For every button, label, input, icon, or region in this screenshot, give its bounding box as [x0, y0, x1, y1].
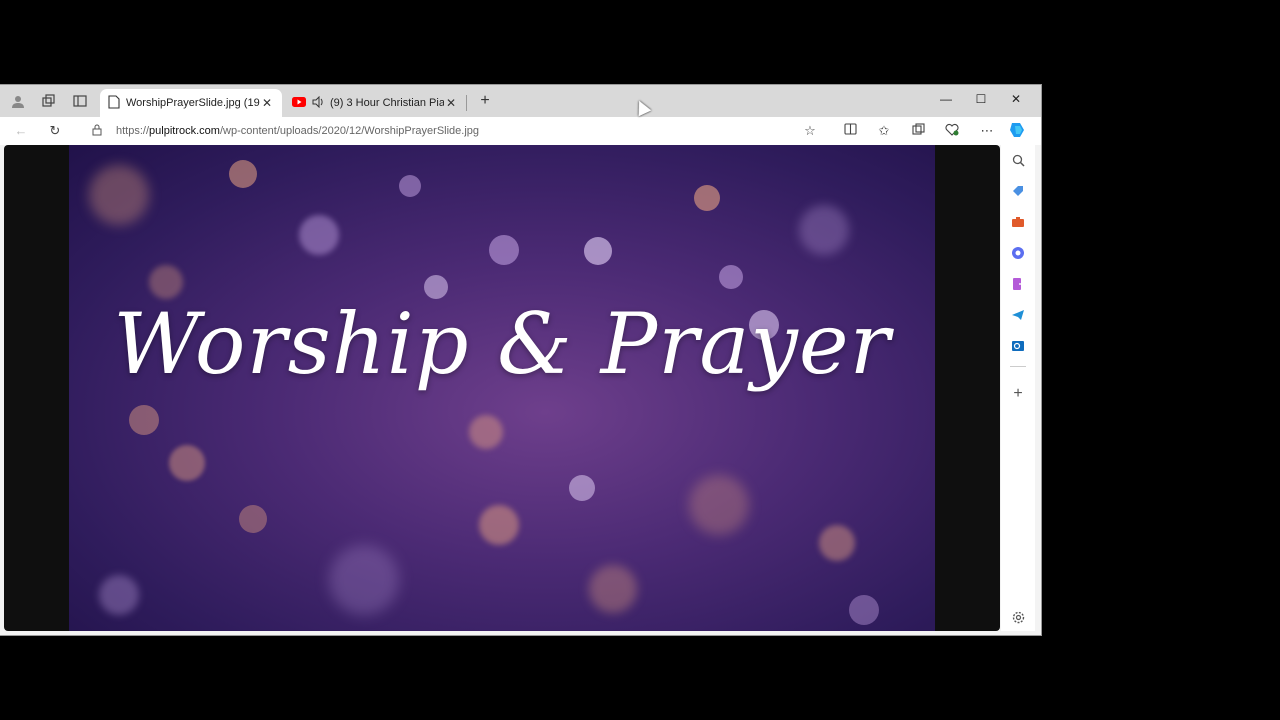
- new-tab-button[interactable]: +: [476, 92, 494, 110]
- toolbar: ← ↻ https://pulpitrock.com/wp-content/up…: [0, 117, 1041, 145]
- bokeh-light: [819, 525, 855, 561]
- address-bar[interactable]: https://pulpitrock.com/wp-content/upload…: [80, 120, 828, 142]
- drop-icon[interactable]: [1008, 274, 1028, 294]
- lock-icon[interactable]: [92, 124, 106, 139]
- bokeh-light: [149, 265, 183, 299]
- browser-essentials-icon[interactable]: [943, 123, 961, 139]
- bokeh-light: [689, 475, 749, 535]
- maximize-button[interactable]: ☐: [971, 92, 991, 106]
- bokeh-light: [89, 165, 149, 225]
- collections-icon[interactable]: [909, 123, 927, 139]
- url-prefix: https://: [116, 125, 150, 137]
- bokeh-light: [229, 160, 257, 188]
- minimize-button[interactable]: —: [936, 92, 956, 106]
- shopping-icon[interactable]: [1008, 181, 1028, 201]
- youtube-icon: [292, 96, 306, 110]
- bokeh-light: [399, 175, 421, 197]
- bokeh-light: [169, 445, 205, 481]
- audio-playing-icon[interactable]: [312, 95, 324, 111]
- split-screen-icon[interactable]: [841, 123, 859, 138]
- tab-worship-slide[interactable]: WorshipPrayerSlide.jpg (1920×10 ✕: [100, 89, 282, 117]
- bokeh-light: [799, 205, 849, 255]
- slide-title: Worship & Prayer: [113, 295, 891, 393]
- bokeh-light: [469, 415, 503, 449]
- profile-icon[interactable]: [10, 93, 26, 109]
- workspaces-icon[interactable]: [40, 93, 56, 109]
- tab-separator: [466, 95, 467, 111]
- settings-icon[interactable]: [1008, 607, 1028, 627]
- close-icon[interactable]: ✕: [260, 96, 274, 110]
- page-icon: [108, 94, 120, 112]
- tab-piano-video[interactable]: (9) 3 Hour Christian Piano M ✕: [284, 89, 466, 117]
- close-icon[interactable]: ✕: [444, 96, 458, 110]
- search-icon[interactable]: [1008, 150, 1028, 170]
- url-path: /wp-content/uploads/2020/12/WorshipPraye…: [219, 125, 480, 137]
- bokeh-light: [584, 237, 612, 265]
- outlook-icon[interactable]: [1008, 336, 1028, 356]
- office-icon[interactable]: [1008, 243, 1028, 263]
- url-text: https://pulpitrock.com/wp-content/upload…: [116, 125, 479, 137]
- bokeh-light: [489, 235, 519, 265]
- favorite-star-icon[interactable]: ☆: [801, 123, 819, 139]
- slide-image: Worship & Prayer: [69, 145, 935, 631]
- bokeh-light: [299, 215, 339, 255]
- refresh-icon[interactable]: ↻: [46, 123, 64, 139]
- bokeh-light: [239, 505, 267, 533]
- vertical-tabs-icon[interactable]: [72, 93, 88, 109]
- copilot-icon[interactable]: [1008, 121, 1026, 142]
- add-icon[interactable]: +: [1008, 384, 1028, 404]
- more-icon[interactable]: ⋯: [978, 123, 996, 139]
- bokeh-light: [849, 595, 879, 625]
- bokeh-light: [129, 405, 159, 435]
- url-host: pulpitrock.com: [149, 125, 220, 137]
- bokeh-light: [479, 505, 519, 545]
- title-bar: WorshipPrayerSlide.jpg (1920×10 ✕ (9) 3 …: [0, 85, 1041, 117]
- bokeh-light: [694, 185, 720, 211]
- bokeh-light: [329, 545, 399, 615]
- favorites-icon[interactable]: ✩: [875, 123, 893, 139]
- tools-icon[interactable]: [1008, 212, 1028, 232]
- bokeh-light: [589, 565, 637, 613]
- telegram-icon[interactable]: [1008, 305, 1028, 325]
- bokeh-light: [719, 265, 743, 289]
- tab-label: (9) 3 Hour Christian Piano M: [330, 97, 444, 109]
- tab-label: WorshipPrayerSlide.jpg (1920×10: [126, 97, 260, 109]
- edge-sidebar: +: [1001, 145, 1035, 631]
- bokeh-light: [99, 575, 139, 615]
- close-window-button[interactable]: ✕: [1006, 92, 1026, 106]
- back-icon[interactable]: ←: [12, 123, 30, 138]
- browser-window: WorshipPrayerSlide.jpg (1920×10 ✕ (9) 3 …: [0, 85, 1041, 635]
- page-content: Worship & Prayer: [4, 145, 1000, 631]
- bokeh-light: [569, 475, 595, 501]
- sidebar-divider: [1010, 366, 1026, 367]
